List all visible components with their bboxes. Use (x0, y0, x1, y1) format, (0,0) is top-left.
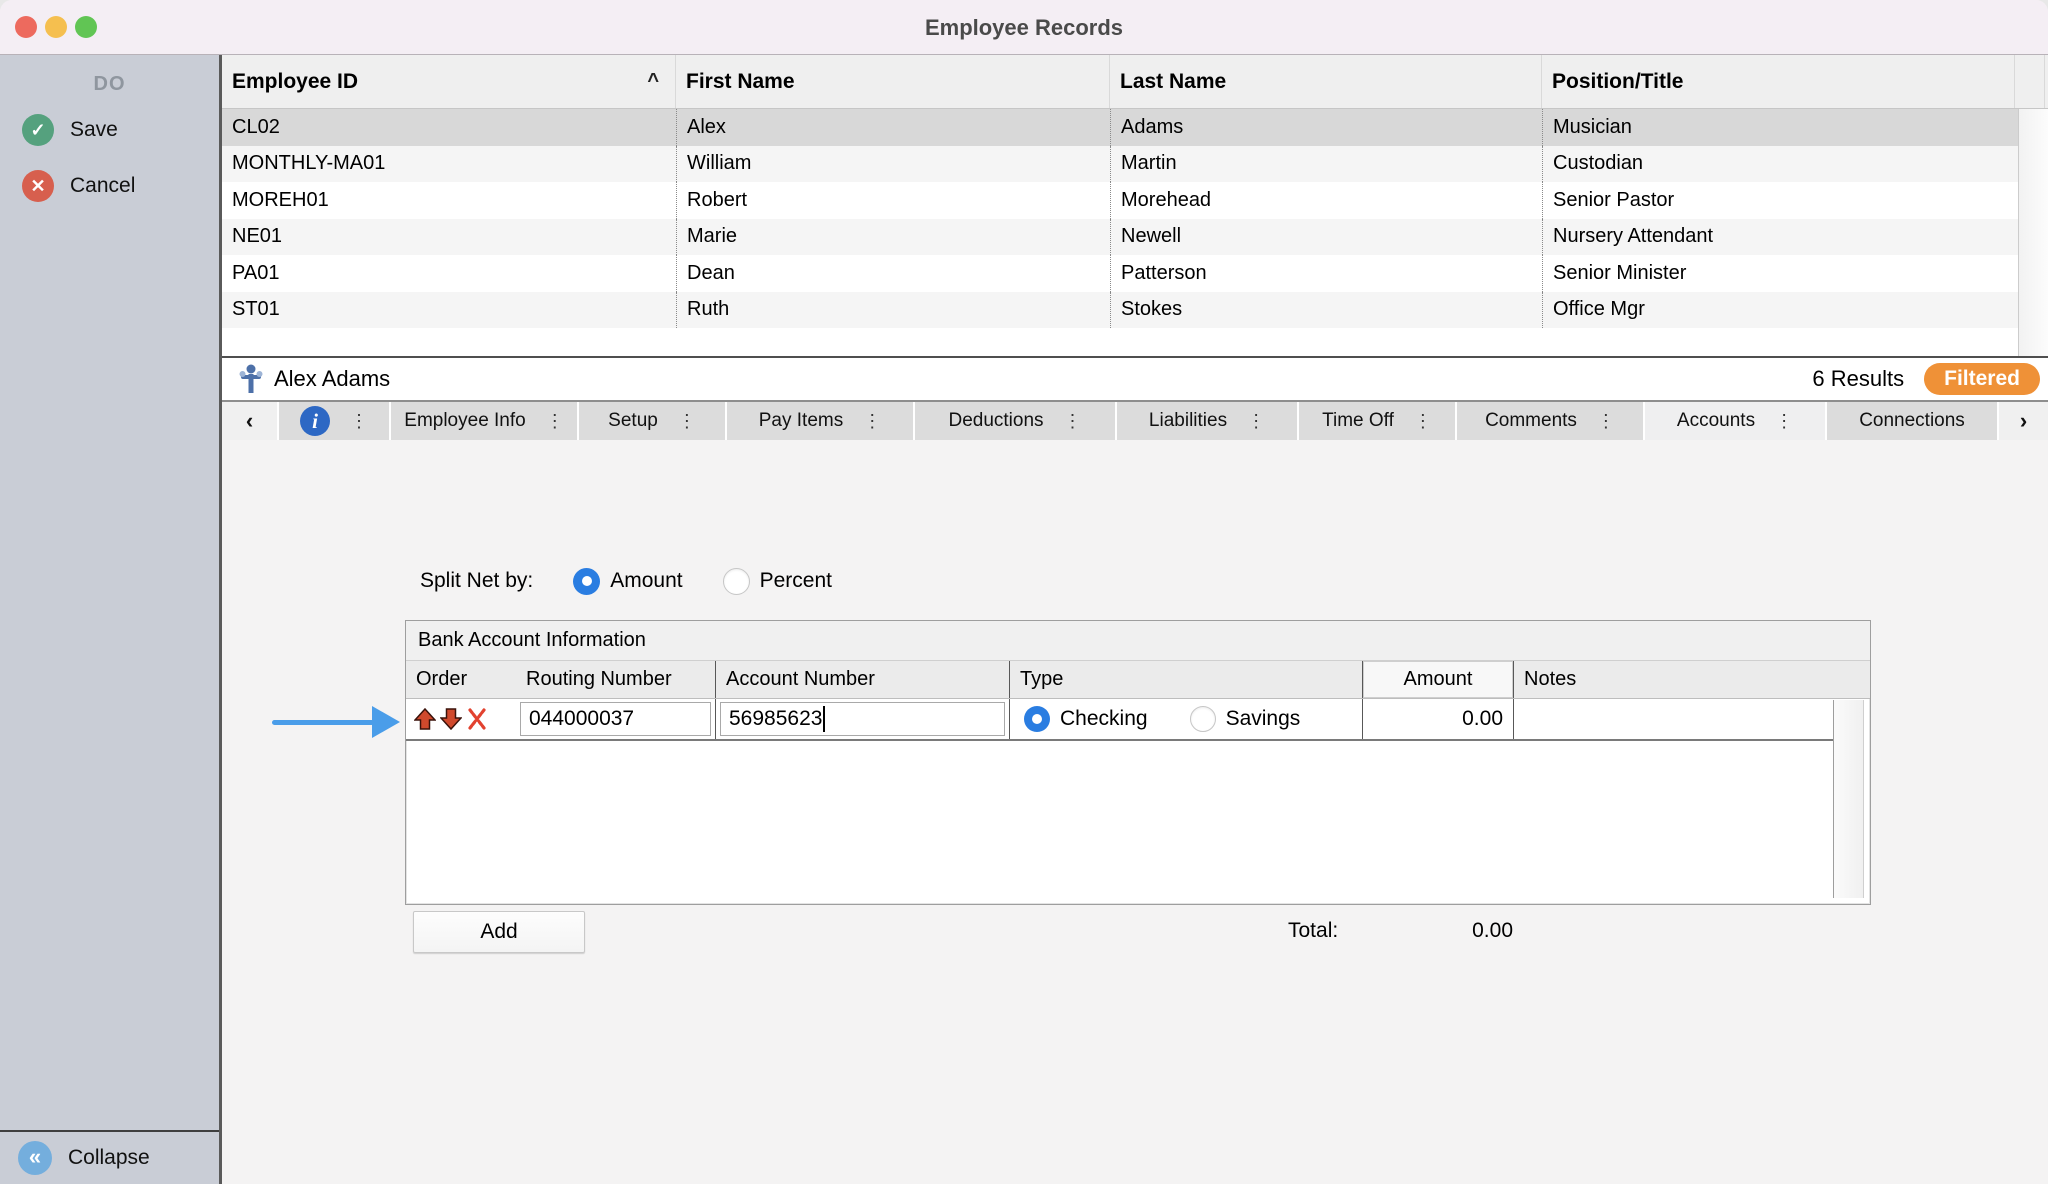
split-net-by-group: Split Net by: Amount Percent (420, 561, 832, 601)
table-row[interactable]: MONTHLY-MA01 William Martin Custodian (222, 146, 2048, 183)
amount-input[interactable]: 0.00 (1362, 699, 1513, 739)
table-row[interactable]: ST01 Ruth Stokes Office Mgr (222, 292, 2048, 329)
amount-radio[interactable] (573, 568, 600, 595)
kebab-menu-icon[interactable]: ⋮ (1775, 411, 1793, 432)
kebab-menu-icon[interactable]: ⋮ (350, 411, 368, 432)
collapse-button[interactable]: « Collapse (0, 1130, 219, 1184)
tab-deductions[interactable]: Deductions ⋮ (915, 402, 1115, 440)
table-row[interactable]: CL02 Alex Adams Musician (222, 109, 2048, 146)
info-icon: i (300, 406, 330, 436)
save-button[interactable]: ✓ Save (0, 108, 219, 152)
column-header-order: Order (406, 661, 516, 698)
savings-radio[interactable] (1190, 706, 1216, 732)
kebab-menu-icon[interactable]: ⋮ (1414, 411, 1432, 432)
tab-setup[interactable]: Setup ⋮ (579, 402, 725, 440)
tabs-scroll-left-button[interactable]: ‹ (222, 402, 277, 440)
column-header-first-name[interactable]: First Name (676, 55, 1110, 108)
employee-records-window: Employee Records DO ✓ Save ✕ Cancel « Co… (0, 0, 2048, 1184)
routing-number-cell: 044000037 (516, 699, 715, 739)
savings-radio-label[interactable]: Savings (1226, 707, 1301, 731)
column-header-last-name[interactable]: Last Name (1110, 55, 1542, 108)
type-cell: Checking Savings (1009, 699, 1362, 739)
bank-table-scrollbar[interactable] (1833, 700, 1864, 898)
column-header-spacer (2015, 55, 2045, 108)
double-chevron-left-icon: « (18, 1141, 52, 1175)
table-row[interactable]: MOREH01 Robert Morehead Senior Pastor (222, 182, 2048, 219)
do-sidebar: DO ✓ Save ✕ Cancel « Collapse (0, 55, 219, 1184)
column-header-routing-number: Routing Number (516, 661, 715, 698)
chevron-right-icon: › (2020, 408, 2027, 434)
tab-info[interactable]: i ⋮ (279, 402, 389, 440)
employee-table-scrollbar[interactable] (2018, 109, 2048, 356)
amount-radio-label[interactable]: Amount (610, 569, 682, 593)
column-header-type: Type (1009, 661, 1362, 698)
tab-liabilities[interactable]: Liabilities ⋮ (1117, 402, 1297, 440)
employee-table: Employee ID ^ First Name Last Name Posit… (222, 55, 2048, 358)
tab-pay-items[interactable]: Pay Items ⋮ (727, 402, 913, 440)
checking-radio[interactable] (1024, 706, 1050, 732)
tab-connections[interactable]: Connections (1827, 402, 1997, 440)
total-value: 0.00 (1402, 919, 1513, 943)
kebab-menu-icon[interactable]: ⋮ (1247, 411, 1265, 432)
cancel-button[interactable]: ✕ Cancel (0, 164, 219, 208)
save-label: Save (70, 118, 118, 142)
add-button[interactable]: Add (413, 911, 585, 953)
column-header-position[interactable]: Position/Title (1542, 55, 2015, 108)
annotation-arrow-icon (272, 706, 400, 738)
percent-radio[interactable] (723, 568, 750, 595)
record-bar: Alex Adams 6 Results Filtered (222, 358, 2048, 400)
tab-comments[interactable]: Comments ⋮ (1457, 402, 1643, 440)
selected-record-name: Alex Adams (274, 366, 390, 392)
title-bar: Employee Records (0, 0, 2048, 55)
account-number-input[interactable]: 56985623 (720, 702, 1005, 736)
tab-bar: ‹ i ⋮ Employee Info ⋮ Setup ⋮ Pay Items … (222, 400, 2048, 440)
employee-table-header: Employee ID ^ First Name Last Name Posit… (222, 55, 2048, 109)
sort-ascending-icon: ^ (647, 70, 659, 93)
kebab-menu-icon[interactable]: ⋮ (546, 411, 564, 432)
delete-row-icon[interactable] (466, 707, 488, 731)
window-title: Employee Records (0, 0, 2048, 55)
tab-time-off[interactable]: Time Off ⋮ (1299, 402, 1455, 440)
notes-input[interactable] (1513, 699, 1833, 739)
column-header-employee-id[interactable]: Employee ID ^ (222, 55, 676, 108)
x-icon: ✕ (22, 170, 54, 202)
table-row[interactable]: NE01 Marie Newell Nursery Attendant (222, 219, 2048, 256)
text-cursor (823, 706, 825, 732)
tab-accounts[interactable]: Accounts ⋮ (1645, 402, 1825, 440)
move-up-icon[interactable] (414, 707, 436, 731)
column-header-notes: Notes (1513, 661, 1833, 698)
bank-account-information-group: Bank Account Information Order Routing N… (405, 620, 1871, 905)
person-icon (238, 363, 264, 395)
kebab-menu-icon[interactable]: ⋮ (863, 411, 881, 432)
checking-radio-label[interactable]: Checking (1060, 707, 1148, 731)
percent-radio-label[interactable]: Percent (760, 569, 832, 593)
table-row[interactable]: PA01 Dean Patterson Senior Minister (222, 255, 2048, 292)
bank-account-row: 044000037 56985623 Checking Savings 0.00 (406, 699, 1833, 741)
collapse-label: Collapse (68, 1146, 150, 1170)
total-label: Total: (1288, 919, 1338, 943)
account-number-cell: 56985623 (715, 699, 1009, 739)
cancel-label: Cancel (70, 174, 135, 198)
chevron-left-icon: ‹ (246, 408, 253, 434)
tabs-scroll-right-button[interactable]: › (1999, 402, 2048, 440)
kebab-menu-icon[interactable]: ⋮ (1064, 411, 1082, 432)
order-cell (406, 699, 516, 739)
column-header-amount: Amount (1362, 661, 1513, 698)
check-icon: ✓ (22, 114, 54, 146)
kebab-menu-icon[interactable]: ⋮ (1597, 411, 1615, 432)
tab-employee-info[interactable]: Employee Info ⋮ (391, 402, 577, 440)
bank-group-title: Bank Account Information (406, 621, 1870, 661)
bank-header-spacer (1833, 661, 1864, 698)
routing-number-input[interactable]: 044000037 (520, 702, 711, 736)
column-header-account-number: Account Number (715, 661, 1009, 698)
split-net-by-label: Split Net by: (420, 569, 533, 593)
move-down-icon[interactable] (440, 707, 462, 731)
bank-table-header: Order Routing Number Account Number Type… (406, 661, 1870, 699)
kebab-menu-icon[interactable]: ⋮ (678, 411, 696, 432)
results-count: 6 Results (1812, 366, 1904, 392)
sidebar-header: DO (0, 73, 219, 96)
filtered-badge[interactable]: Filtered (1924, 363, 2040, 395)
main-area: Employee ID ^ First Name Last Name Posit… (219, 55, 2048, 1184)
